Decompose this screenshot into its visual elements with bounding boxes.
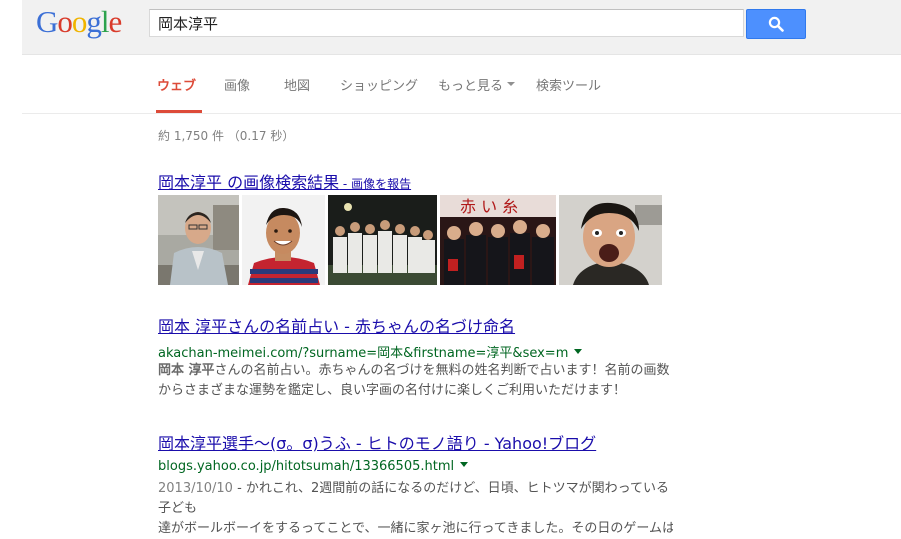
result-snippet: 岡本 淳平さんの名前占い。赤ちゃんの名づけを無料の姓名判断で占います！名前の画数…	[158, 361, 673, 401]
image-thumbnail[interactable]	[328, 195, 437, 285]
logo-letter: o	[57, 4, 72, 39]
tab-more-label: もっと見る	[438, 79, 504, 94]
header-bar: Google	[22, 0, 901, 55]
image-result-title[interactable]: 岡本淳平 の画像検索結果 - 画像を報告	[158, 169, 411, 193]
tab-search-tools[interactable]: 検索ツール	[536, 75, 601, 94]
search-box[interactable]	[149, 9, 744, 37]
dropdown-arrow-icon[interactable]	[574, 349, 583, 354]
logo-letter: G	[36, 4, 58, 39]
logo-letter: l	[100, 4, 110, 39]
search-tabs: ウェブ 画像 地図 ショッピング もっと見る 検索ツール	[22, 54, 901, 114]
search-input[interactable]	[158, 13, 738, 33]
result-url-text: akachan-meimei.com/?surname=岡本&firstname…	[158, 346, 569, 361]
logo-letter: g	[86, 4, 101, 39]
result-title-bold: 岡本淳平	[158, 434, 223, 453]
image-thumbnail[interactable]	[559, 195, 662, 285]
result-url-text: blogs.yahoo.co.jp/hitotsumah/13366505.ht…	[158, 459, 455, 474]
svg-text:赤 い 糸: 赤 い 糸	[460, 197, 518, 216]
result-title-rest: 選手〜(σ。σ)うふ - ヒトのモノ語り - Yahoo!ブログ	[222, 434, 597, 453]
result-snippet: 2013/10/10 - かれこれ、2週間前の話になるのだけど、日頃、ヒトツマが…	[158, 479, 673, 539]
tab-images[interactable]: 画像	[224, 75, 250, 94]
tab-web[interactable]: ウェブ	[157, 75, 196, 94]
snippet-line: 2013/10/10 - かれこれ、2週間前の話になるのだけど、日頃、ヒトツマが…	[158, 479, 673, 519]
result-title-link[interactable]: 岡本 淳平さんの名前占い - 赤ちゃんの名づけ命名	[158, 313, 515, 337]
image-thumbnail[interactable]	[158, 195, 239, 285]
snippet-text: さんの名前占い。赤ちゃんの名づけを無料の姓名判断で占います！名前の画数	[214, 363, 670, 378]
result-url: akachan-meimei.com/?surname=岡本&firstname…	[158, 342, 583, 361]
snippet-bold: 岡本 淳平	[158, 363, 215, 378]
result-stats: 約 1,750 件 （0.17 秒）	[158, 129, 295, 143]
tab-more[interactable]: もっと見る	[438, 75, 516, 94]
active-tab-indicator	[156, 110, 202, 113]
snippet-line: からさまざまな運勢を鑑定し、良い字画の名付けに楽しくご利用いただけます！	[158, 383, 627, 398]
result-title-link[interactable]: 岡本淳平選手〜(σ。σ)うふ - ヒトのモノ語り - Yahoo!ブログ	[158, 430, 596, 454]
image-thumbnail[interactable]	[242, 195, 325, 285]
tab-maps[interactable]: 地図	[284, 75, 310, 94]
dropdown-arrow-icon[interactable]	[460, 462, 469, 467]
magnifier-icon	[768, 16, 784, 32]
image-result-title-bold: 岡本淳平	[158, 173, 223, 192]
tab-shopping[interactable]: ショッピング	[340, 75, 418, 94]
result-title-bold: 岡本 淳平	[158, 317, 228, 336]
snippet-line: 岡本 淳平さんの名前占い。赤ちゃんの名づけを無料の姓名判断で占います！名前の画数	[158, 361, 673, 381]
report-images-link[interactable]: - 画像を報告	[339, 177, 411, 191]
image-result-title-rest: の画像検索結果	[222, 173, 340, 192]
chevron-down-icon	[507, 81, 516, 86]
snippet-date: 2013/10/10	[158, 481, 233, 496]
logo-letter: o	[71, 4, 87, 39]
result-title-rest: さんの名前占い - 赤ちゃんの名づけ命名	[227, 317, 516, 336]
result-url: blogs.yahoo.co.jp/hitotsumah/13366505.ht…	[158, 459, 469, 474]
logo-letter: e	[108, 4, 123, 39]
snippet-line: 達がボールボーイをするってことで、一緒に家ヶ池に行ってきました。その日のゲームは…	[158, 521, 673, 536]
image-thumbnail[interactable]: 赤 い 糸	[440, 195, 556, 285]
search-button[interactable]	[746, 9, 806, 39]
google-logo[interactable]: Google	[36, 4, 123, 40]
